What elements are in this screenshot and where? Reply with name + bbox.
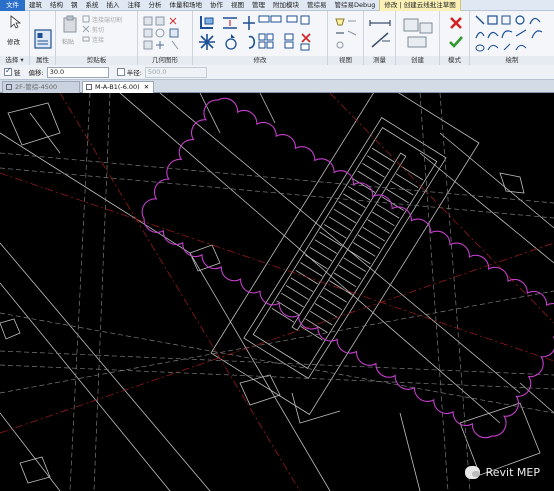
ribbon-tab-item[interactable]: 管综易Debug [331, 0, 380, 11]
ribbon-tab-item[interactable]: 管理 [248, 0, 269, 11]
revision-cloud[interactable] [141, 97, 554, 439]
panel-modify: 修改 [193, 11, 328, 65]
grid-dashed-lines [0, 93, 554, 491]
panel-title-create: 创建 [396, 56, 439, 65]
panel-title-properties: 属性 [30, 56, 55, 65]
view-tools-icons[interactable] [332, 15, 360, 51]
panel-title-measure: 测量 [364, 56, 395, 65]
ribbon-tab-item[interactable]: 注释 [124, 0, 145, 11]
red-centerlines [0, 93, 554, 491]
panel-view: 视图 [328, 11, 364, 65]
ribbon-tab-item[interactable]: 钢 [67, 0, 82, 11]
join-cut-label[interactable]: 连接端切割 [92, 15, 122, 24]
ribbon-tab-item[interactable]: 体量和场地 [166, 0, 207, 11]
radius-label: 半径: [126, 69, 142, 77]
panel-geometry: 几何图形 [138, 11, 193, 65]
cancel-edit-icon[interactable] [449, 16, 463, 30]
close-tab-icon[interactable]: ✕ [144, 83, 149, 91]
radius-input[interactable]: 500.0 [144, 66, 207, 78]
properties-icon[interactable] [34, 29, 52, 49]
paste-icon[interactable] [62, 15, 78, 33]
ribbon-tab-item[interactable]: 附加模块 [269, 0, 303, 11]
panel-draw: 绘制 [470, 11, 554, 65]
options-bar: 链 偏移: 30.0 半径: 500.0 [0, 65, 554, 80]
view-tab-label: 2F-管综-4500 [15, 83, 58, 91]
ribbon-tab-item[interactable]: 建筑 [25, 0, 46, 11]
panel-title-view: 视图 [328, 56, 363, 65]
revit-window: 文件 建筑 结构钢系统 插入 注释 分析 体量和场地 协作 视图 管理 附加模块 管综易 管综易Debu… [0, 0, 554, 491]
ribbon-tab-item[interactable]: 插入 [103, 0, 124, 11]
modify-button[interactable]: 修改 [7, 36, 20, 46]
panel-title-select[interactable]: 选择 ▾ [0, 56, 29, 65]
draw-tools-icons[interactable] [474, 14, 552, 54]
ribbon-tab-item[interactable]: 结构 [46, 0, 67, 11]
view-tab-label: M-A-B1(-6.00) [95, 83, 140, 91]
floor-plan-icon [86, 84, 92, 90]
chain-label: 链 [14, 69, 21, 77]
ribbon-tab-item[interactable]: 协作 [206, 0, 227, 11]
paste-label: 粘贴 [62, 39, 75, 46]
join-label[interactable]: 连接 [92, 35, 104, 44]
panel-title-geometry: 几何图形 [138, 56, 192, 65]
view-tab-bar: 2F-管综-4500 M-A-B1(-6.00) ✕ [0, 80, 554, 93]
panel-select: 修改 选择 ▾ [0, 11, 30, 65]
ribbon-tab-item[interactable]: 分析 [145, 0, 166, 11]
ribbon-tab-item[interactable]: 修改 | 创建云线批注草图 [379, 0, 461, 11]
panel-measure: 测量 [364, 11, 396, 65]
file-menu-tab[interactable]: 文件 [0, 0, 25, 11]
panel-properties: 属性 [30, 11, 56, 65]
watermark: Revit MEP [464, 466, 540, 479]
geometry-tools-icons[interactable] [142, 15, 190, 51]
wechat-icon [464, 466, 480, 479]
plan-linework [0, 93, 554, 491]
cut-label[interactable]: 剪切 [92, 25, 104, 34]
offset-input[interactable]: 30.0 [46, 66, 109, 78]
floor-plan-drawing[interactable] [0, 93, 554, 491]
floor-plan-icon [6, 84, 12, 90]
ribbon-tab-item[interactable]: 管综易 [303, 0, 331, 11]
view-tab-2f[interactable]: 2F-管综-4500 [2, 81, 80, 93]
ribbon-tab-item[interactable]: 系统 [82, 0, 103, 11]
ribbon-tab-bar: 文件 建筑 结构钢系统 插入 注释 分析 体量和场地 协作 视图 管理 附加模块 管综易 管综易Debu… [0, 0, 554, 11]
panel-title-mode: 模式 [440, 56, 469, 65]
cut-icon[interactable] [82, 25, 90, 33]
modify-tools-icons[interactable] [197, 14, 325, 54]
cope-icon[interactable] [82, 15, 90, 23]
view-tab-b1[interactable]: M-A-B1(-6.00) ✕ [82, 81, 154, 93]
panel-title-draw: 绘制 [470, 56, 554, 65]
panel-mode: 模式 [440, 11, 470, 65]
finish-edit-icon[interactable] [449, 35, 463, 49]
panel-create: 创建 [396, 11, 440, 65]
ribbon: 修改 选择 ▾ 属性 粘贴 连接端切割 剪切 连接 剪贴板 几何图形 修改 视图… [0, 11, 554, 65]
create-tools-icons[interactable] [402, 17, 436, 51]
drawing-canvas[interactable]: Revit MEP [0, 93, 554, 491]
offset-label: 偏移: [28, 69, 44, 77]
modify-arrow-icon[interactable] [9, 15, 21, 29]
join-icon[interactable] [82, 35, 90, 43]
radius-checkbox[interactable] [116, 68, 125, 76]
chain-checkbox[interactable] [4, 66, 12, 76]
panel-clipboard: 粘贴 连接端切割 剪切 连接 剪贴板 [56, 11, 138, 65]
watermark-text: Revit MEP [485, 466, 540, 479]
panel-title-clipboard: 剪贴板 [56, 56, 137, 65]
panel-title-modify: 修改 [193, 56, 327, 65]
measure-tools-icons[interactable] [368, 17, 394, 51]
ribbon-tab-item[interactable]: 视图 [227, 0, 248, 11]
